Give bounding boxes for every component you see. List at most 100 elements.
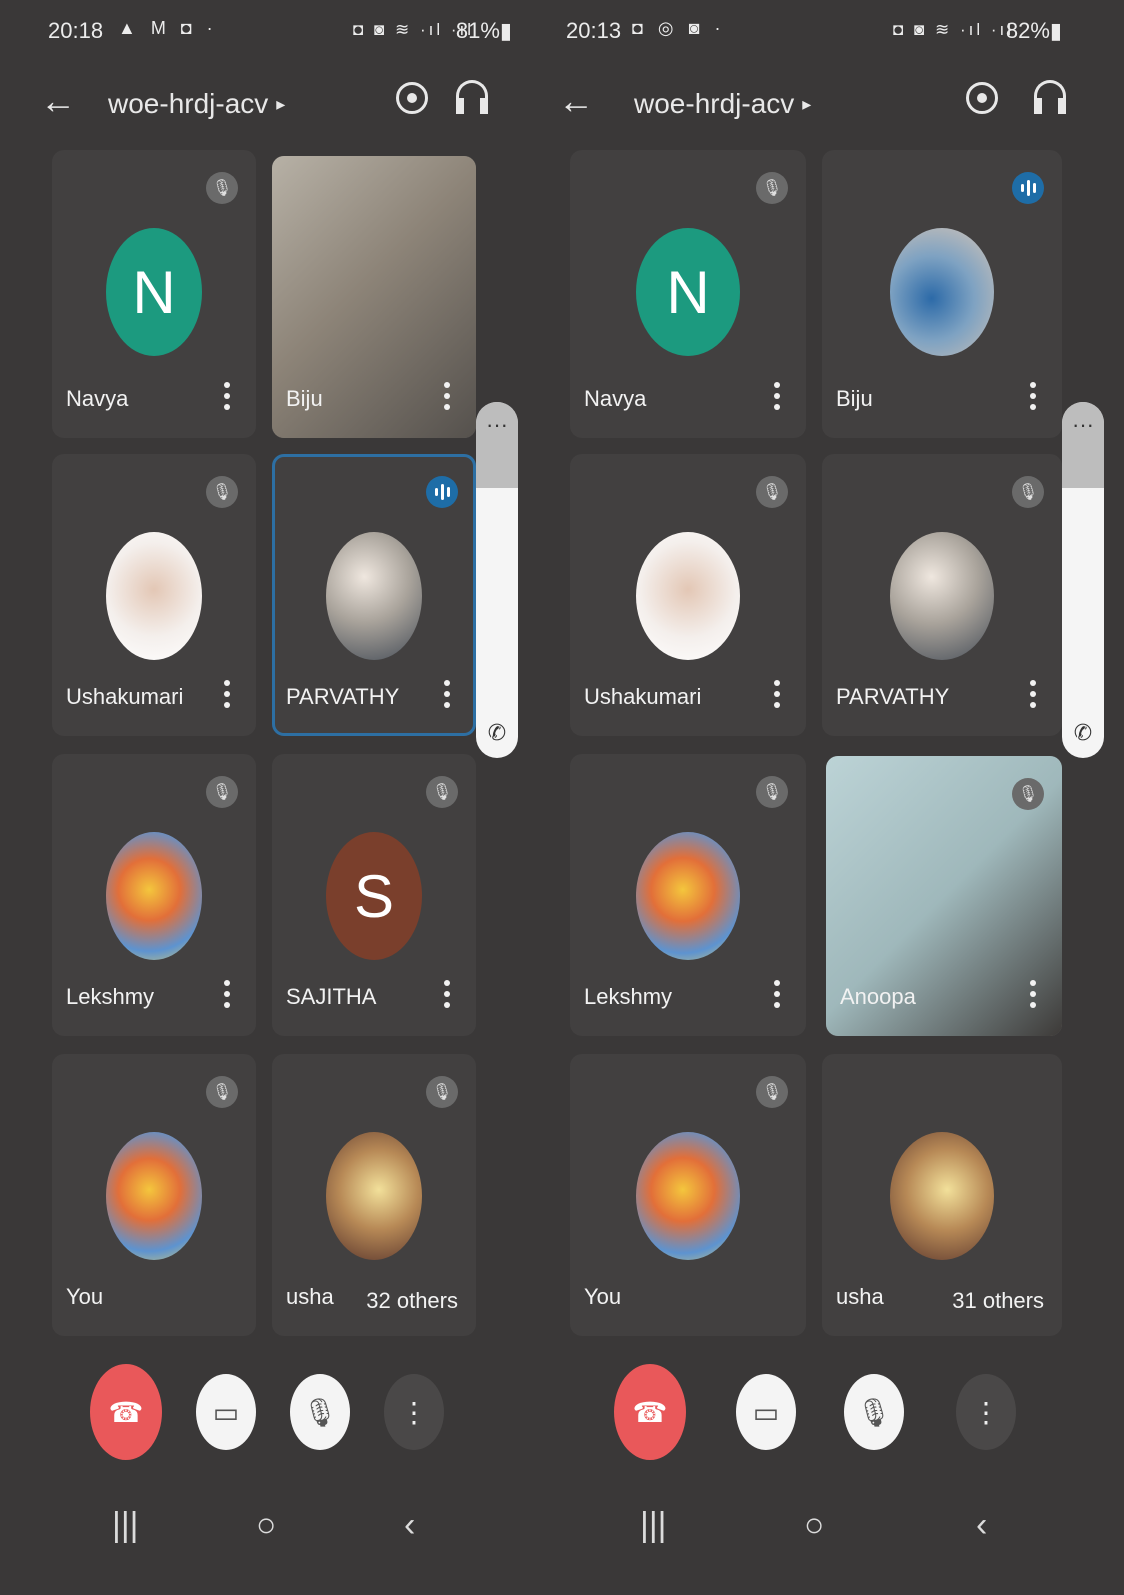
participant-name: PARVATHY [836,684,950,709]
end-call-button[interactable]: ☎ [614,1364,686,1460]
mic-off-icon: 🎙 [426,1076,458,1108]
participant-tile-biju[interactable]: Biju [822,150,1062,438]
headphones-icon[interactable] [456,80,488,114]
participant-name: Navya [66,386,129,411]
back-arrow-icon[interactable]: ← [40,80,76,122]
caret-right-icon: ▸ [276,94,286,114]
avatar-you [106,1132,202,1260]
participant-options-icon[interactable] [224,382,230,410]
more-options-button[interactable]: ⋮ [384,1374,444,1450]
participant-name: Biju [836,386,873,411]
participant-tile-lekshmy[interactable]: 🎙 Lekshmy [570,754,806,1036]
mic-off-icon: 🎙 [206,1076,238,1108]
recents-button[interactable]: ||| [640,1506,667,1545]
participant-name: SAJITHA [286,984,377,1009]
participant-name: usha [836,1284,884,1309]
participant-tile-others[interactable]: usha 31 others [822,1054,1062,1336]
participant-name: You [584,1284,622,1309]
end-call-button[interactable]: ☎ [90,1364,162,1460]
side-panel-handle[interactable]: ··· ✆ [476,402,518,758]
phone-icon[interactable]: ✆ [1062,720,1104,746]
participant-tile-navya[interactable]: 🎙 N Navya [570,150,806,438]
back-button[interactable]: ‹ [976,1506,987,1545]
camera-off-button[interactable]: ▭ [736,1374,796,1450]
meeting-code-title[interactable]: woe-hrdj-acv ▸ [634,88,811,120]
avatar-usha [890,1132,994,1260]
participant-options-icon[interactable] [224,980,230,1008]
avatar-you [636,1132,740,1260]
participant-tile-parvathy[interactable]: PARVATHY [272,454,476,736]
mic-off-icon: 🎙 [426,776,458,808]
avatar-biju [890,228,994,356]
home-button[interactable]: ○ [256,1506,277,1545]
participant-name: Lekshmy [584,984,673,1009]
more-dots-icon[interactable]: ··· [1062,402,1104,488]
back-button[interactable]: ‹ [404,1506,415,1545]
speaking-indicator-icon [1012,172,1044,204]
participant-options-icon[interactable] [1030,680,1036,708]
participant-tile-you[interactable]: 🎙 You [570,1054,806,1336]
meeting-code-title[interactable]: woe-hrdj-acv ▸ [108,88,285,120]
participant-name: Anoopa [840,984,916,1009]
headphones-icon[interactable] [1034,80,1066,114]
others-count: 31 others [952,1288,1044,1313]
participant-tile-navya[interactable]: 🎙 N Navya [52,150,256,438]
notification-icons: ◘ ◎ ◙ · [632,18,726,38]
mic-toggle-button[interactable]: 🎙 [290,1374,350,1450]
switch-camera-icon[interactable] [966,82,998,114]
side-panel-handle[interactable]: ··· ✆ [1062,402,1104,758]
participant-tile-others[interactable]: 🎙 usha 32 others [272,1054,476,1336]
participant-tile-anoopa[interactable]: 🎙 Anoopa [826,756,1062,1036]
participant-name: Navya [584,386,647,411]
participant-options-icon[interactable] [444,980,450,1008]
participant-options-icon[interactable] [1030,382,1036,410]
avatar-usha [326,1132,422,1260]
mic-off-icon: 🎙 [756,172,788,204]
status-bar: 20:13 ◘ ◎ ◙ · ◘ ◙ ≋ ·ıl ·ıl 82%▮ [548,0,1124,64]
participant-tile-ushakumari[interactable]: 🎙 Ushakumari [570,454,806,736]
mic-off-icon: 🎙 [206,172,238,204]
switch-camera-icon[interactable] [396,82,428,114]
participant-tile-lekshmy[interactable]: 🎙 Lekshmy [52,754,256,1036]
participant-options-icon[interactable] [774,980,780,1008]
participant-options-icon[interactable] [1030,980,1036,1008]
participant-name: Ushakumari [66,684,184,709]
participant-options-icon[interactable] [444,382,450,410]
avatar-ushakumari [106,532,202,660]
app-bar: ← woe-hrdj-acv ▸ [0,70,548,142]
more-options-button[interactable]: ⋮ [956,1374,1016,1450]
battery-level: 81%▮ [455,18,512,43]
status-bar: 20:18 ▲ M ◘ · ◘ ◙ ≋ ·ıl ·ıl 81%▮ [0,0,548,64]
avatar-ushakumari [636,532,740,660]
avatar-sajitha: S [326,832,422,960]
recents-button[interactable]: ||| [112,1506,139,1545]
phone-icon[interactable]: ✆ [476,720,518,746]
speaking-indicator-icon [426,476,458,508]
participant-options-icon[interactable] [224,680,230,708]
caret-right-icon: ▸ [802,94,812,114]
participant-tile-ushakumari[interactable]: 🎙 Ushakumari [52,454,256,736]
others-count: 32 others [366,1288,458,1313]
participant-tile-biju[interactable]: Biju [272,156,476,438]
mic-off-icon: 🎙 [756,1076,788,1108]
participant-options-icon[interactable] [444,680,450,708]
participant-name: PARVATHY [286,684,400,709]
participant-tile-parvathy[interactable]: 🎙 PARVATHY [822,454,1062,736]
mic-off-icon: 🎙 [1012,778,1044,810]
participant-options-icon[interactable] [774,680,780,708]
avatar-lekshmy [106,832,202,960]
participant-name: You [66,1284,104,1309]
phone-screen-left: 20:18 ▲ M ◘ · ◘ ◙ ≋ ·ıl ·ıl 81%▮ ← woe-h… [0,0,548,1595]
app-bar: ← woe-hrdj-acv ▸ [548,70,1124,142]
participant-options-icon[interactable] [774,382,780,410]
avatar-parvathy [890,532,994,660]
participant-tile-sajitha[interactable]: 🎙 S SAJITHA [272,754,476,1036]
participant-tile-you[interactable]: 🎙 You [52,1054,256,1336]
more-dots-icon[interactable]: ··· [476,402,518,488]
meeting-code-text: woe-hrdj-acv [634,88,795,119]
back-arrow-icon[interactable]: ← [558,80,594,122]
mic-toggle-button[interactable]: 🎙 [844,1374,904,1450]
camera-off-button[interactable]: ▭ [196,1374,256,1450]
home-button[interactable]: ○ [804,1506,825,1545]
mic-off-icon: 🎙 [756,476,788,508]
